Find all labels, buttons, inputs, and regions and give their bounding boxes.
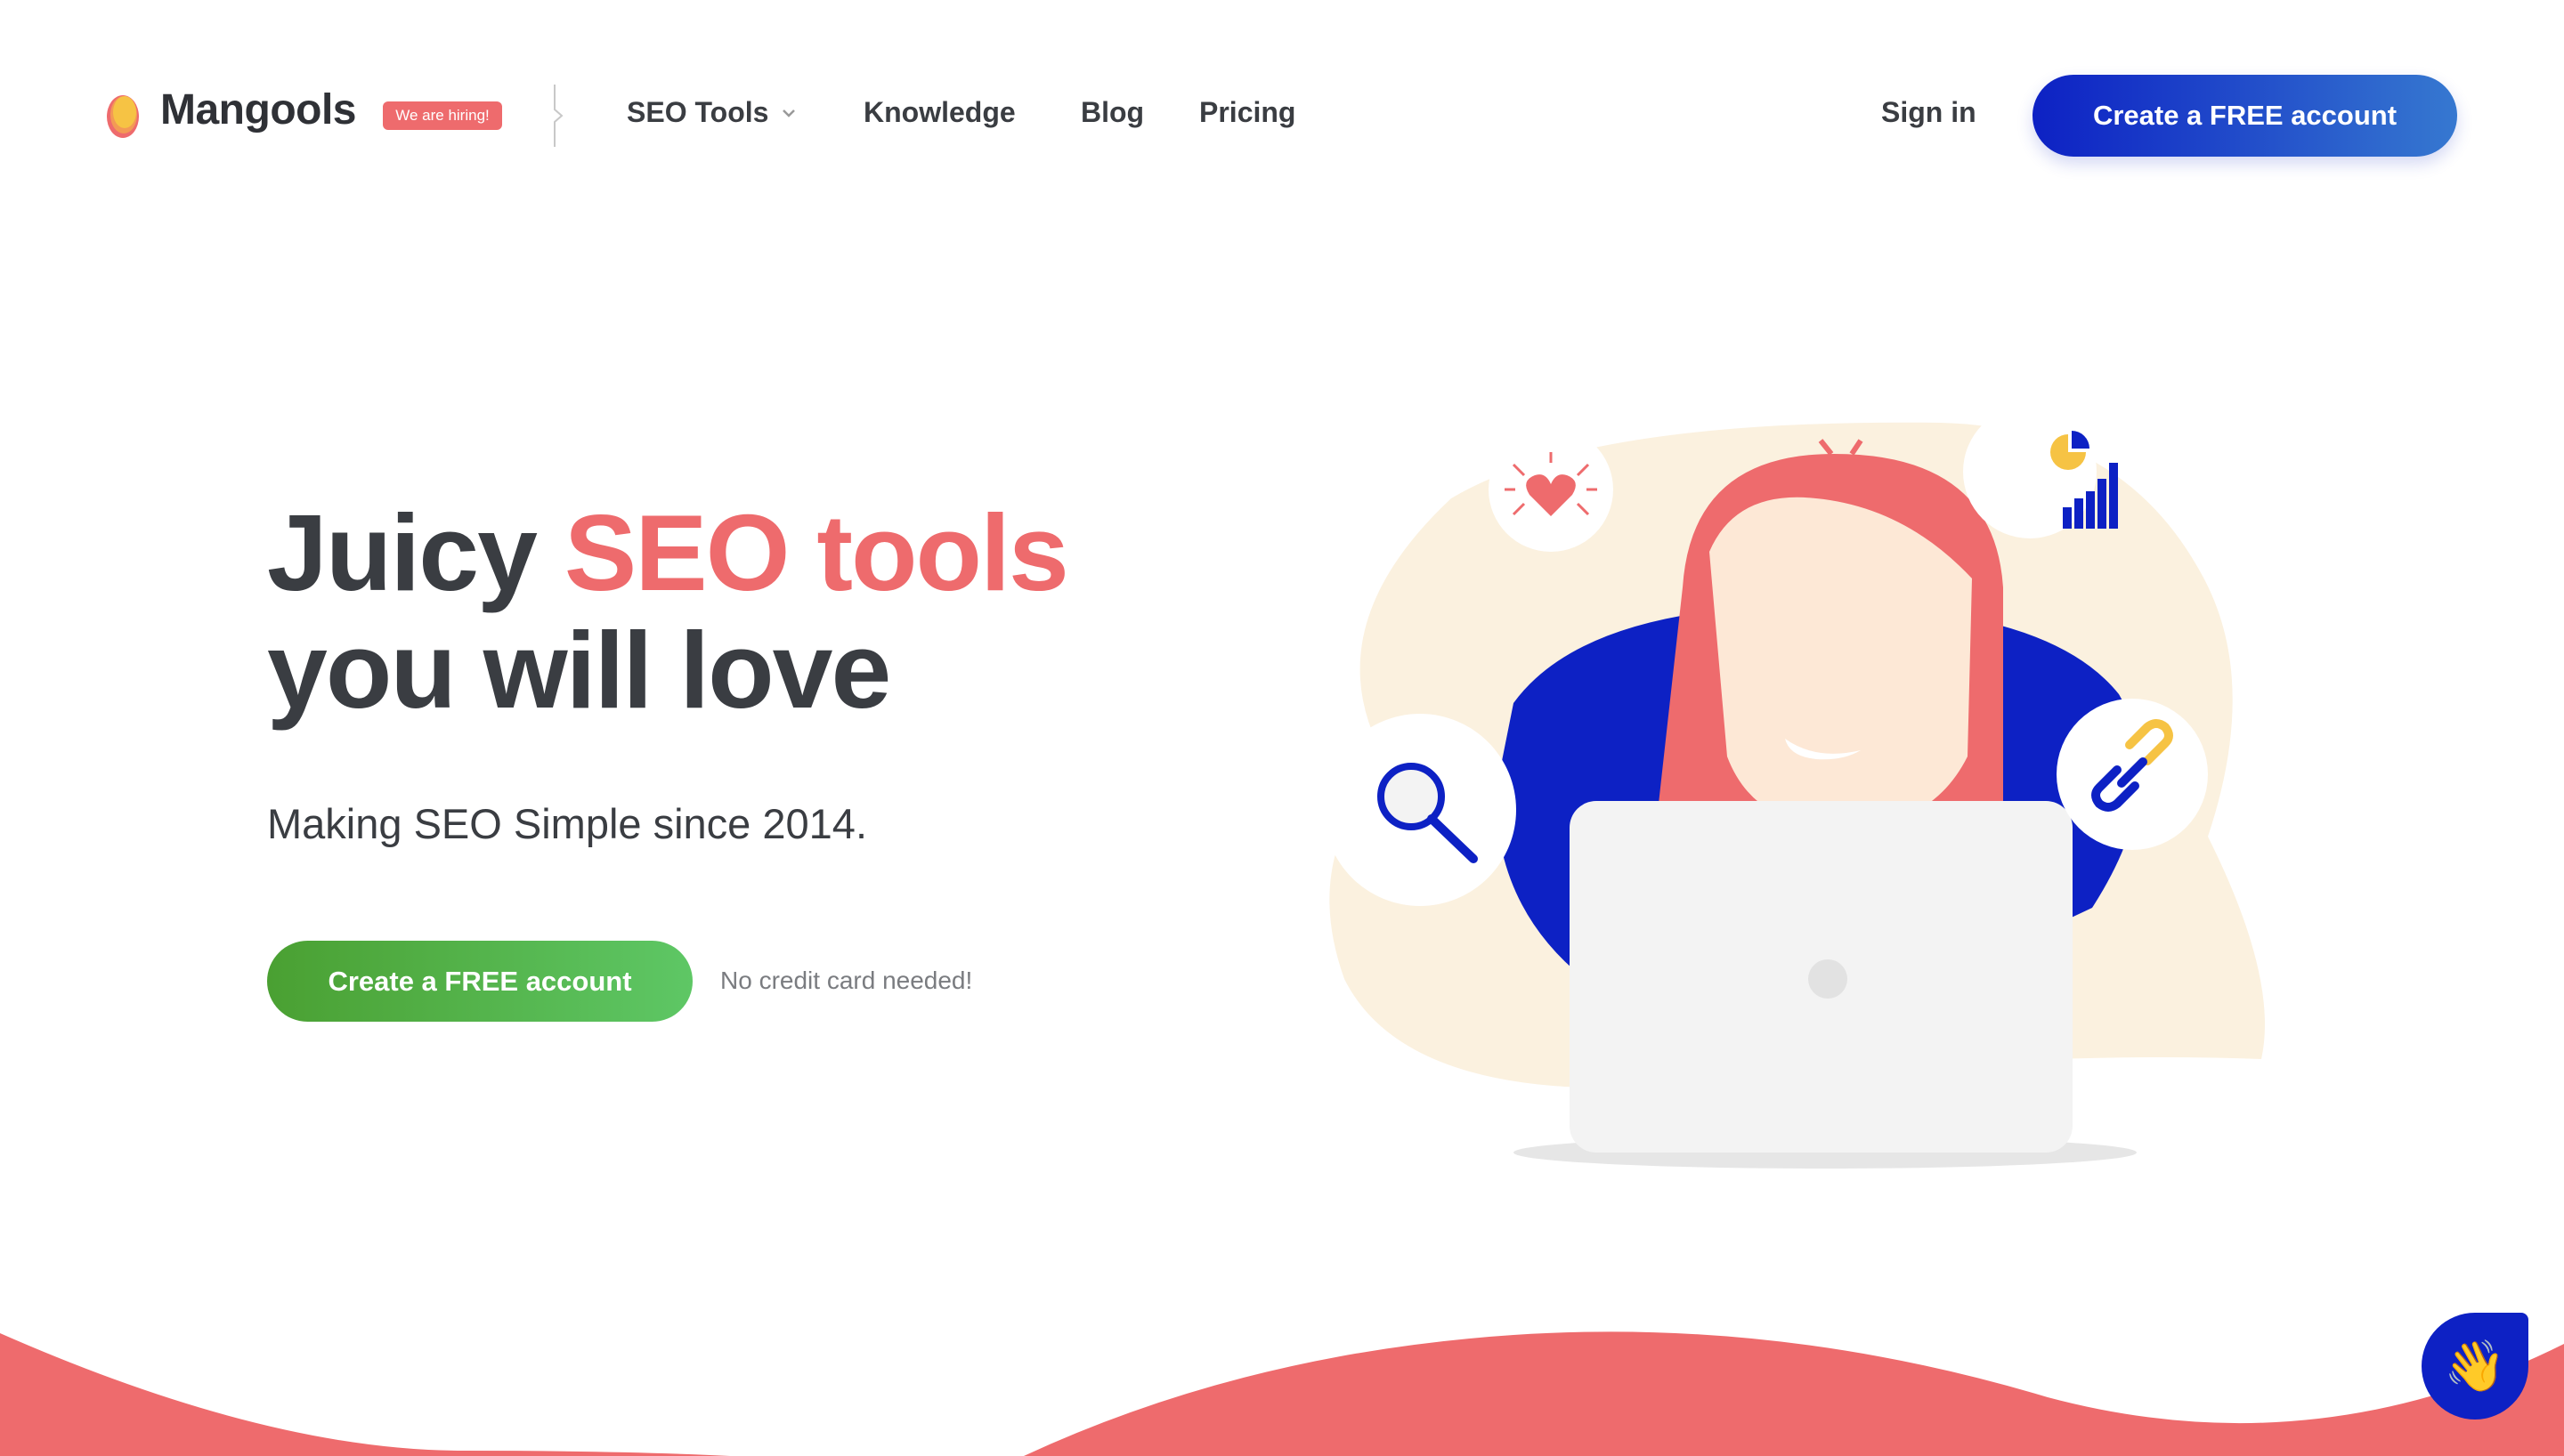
title-part1: Juicy — [267, 492, 564, 613]
hero-subtitle: Making SEO Simple since 2014. — [267, 800, 867, 847]
bottom-wave — [0, 1331, 2564, 1456]
logo-text[interactable]: Mangools — [160, 85, 357, 134]
create-account-button-header[interactable]: Create a FREE account — [2033, 75, 2457, 157]
hero-title: Juicy SEO tools you will love — [267, 492, 1069, 731]
nav-blog[interactable]: Blog — [1081, 96, 1144, 129]
laptop-logo — [1808, 959, 1847, 999]
waving-hand-icon: 👋 — [2444, 1338, 2506, 1394]
sign-in-link[interactable]: Sign in — [1881, 96, 1976, 129]
nav-pricing[interactable]: Pricing — [1199, 96, 1295, 129]
logo[interactable] — [105, 93, 141, 139]
nav-label: SEO Tools — [627, 96, 769, 128]
hiring-badge[interactable]: We are hiring! — [383, 101, 502, 130]
no-credit-card-note: No credit card needed! — [720, 967, 973, 994]
nav-seo-tools[interactable]: SEO Tools — [627, 96, 797, 129]
title-line2: you will love — [267, 610, 891, 731]
create-account-button-hero[interactable]: Create a FREE account — [267, 941, 693, 1022]
mango-logo-icon — [107, 95, 139, 138]
chevron-down-icon — [783, 109, 796, 117]
hero-illustration — [1324, 409, 2265, 1169]
face — [1709, 497, 1972, 828]
title-accent: SEO tools — [564, 492, 1069, 613]
nav-knowledge[interactable]: Knowledge — [864, 96, 1016, 129]
nav-divider — [554, 85, 564, 147]
chat-button[interactable]: 👋 — [2422, 1313, 2528, 1420]
